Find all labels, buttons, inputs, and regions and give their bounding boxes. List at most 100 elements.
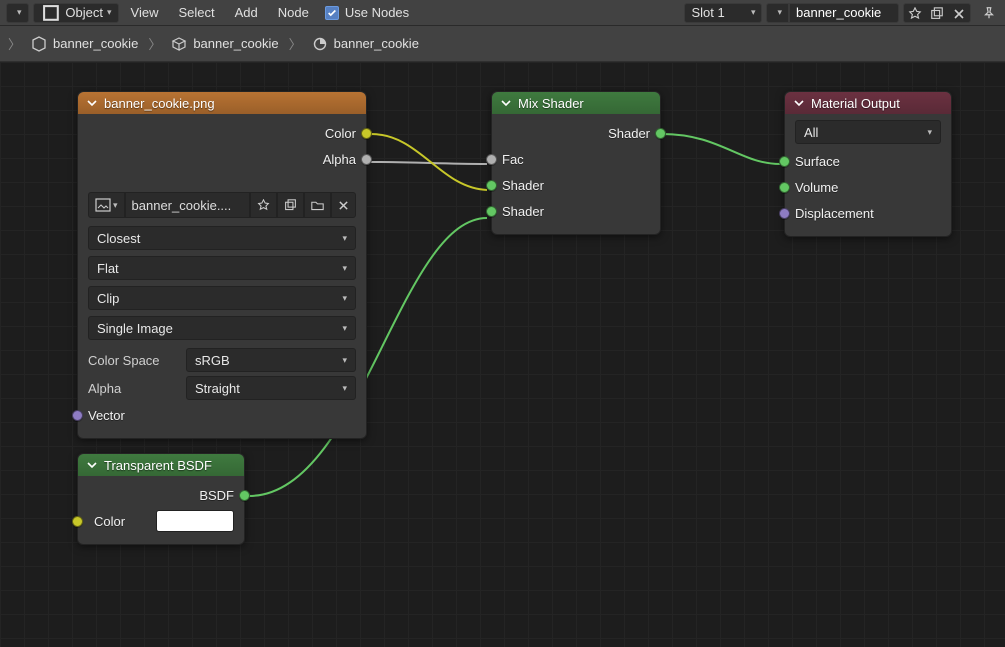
color-swatch[interactable] xyxy=(156,510,234,532)
unlink-material-button[interactable] xyxy=(948,4,970,24)
socket-color-in[interactable] xyxy=(72,516,83,527)
material-browse-dropdown[interactable]: ▾ xyxy=(766,3,789,23)
checkbox-checked-icon xyxy=(325,6,339,20)
image-name-field[interactable]: banner_cookie.... xyxy=(125,192,250,218)
input-shader1: Shader xyxy=(502,178,544,193)
fake-user-button[interactable] xyxy=(904,4,926,24)
chevron-right-icon: 〉 xyxy=(8,34,21,53)
breadcrumb-material[interactable]: banner_cookie xyxy=(312,36,419,52)
top-header: ▾ Object ▾ View Select Add Node Use Node… xyxy=(0,0,1005,26)
socket-volume-in[interactable] xyxy=(779,182,790,193)
chevron-down-icon: ▾ xyxy=(113,200,118,211)
fake-user-button[interactable] xyxy=(250,192,277,218)
chevron-down-icon xyxy=(86,459,98,471)
mesh-icon xyxy=(31,36,47,52)
node-header[interactable]: Transparent BSDF xyxy=(78,454,244,476)
socket-alpha-out[interactable] xyxy=(361,154,372,165)
alpha-mode-dropdown[interactable]: Straight▾ xyxy=(186,376,356,400)
chevron-right-icon: 〉 xyxy=(289,34,302,53)
unlink-image-button[interactable] xyxy=(331,192,356,218)
output-shader: Shader xyxy=(608,126,650,141)
chevron-right-icon: 〉 xyxy=(148,34,161,53)
input-fac: Fac xyxy=(502,152,524,167)
image-datablock-bar: ▾ banner_cookie.... xyxy=(88,192,356,218)
breadcrumb-label: banner_cookie xyxy=(193,36,278,51)
node-mix-shader[interactable]: Mix Shader Shader Fac Shader Shader xyxy=(491,91,661,235)
node-material-output[interactable]: Material Output All▾ Surface Volume Disp… xyxy=(784,91,952,237)
new-image-button[interactable] xyxy=(277,192,304,218)
node-header[interactable]: Material Output xyxy=(785,92,951,114)
node-title: Mix Shader xyxy=(518,96,584,111)
node-header[interactable]: Mix Shader xyxy=(492,92,660,114)
image-browse-dropdown[interactable]: ▾ xyxy=(88,192,125,218)
output-bsdf: BSDF xyxy=(199,488,234,503)
node-editor-canvas[interactable]: banner_cookie.png Color Alpha ▾ banner_c… xyxy=(0,62,1005,647)
chevron-down-icon xyxy=(500,97,512,109)
node-image-texture[interactable]: banner_cookie.png Color Alpha ▾ banner_c… xyxy=(77,91,367,439)
chevron-down-icon: ▾ xyxy=(107,7,112,18)
image-icon xyxy=(95,198,111,212)
material-slot-dropdown[interactable]: Slot 1 ▾ xyxy=(684,3,762,23)
node-transparent-bsdf[interactable]: Transparent BSDF BSDF Color xyxy=(77,453,245,545)
use-nodes-label: Use Nodes xyxy=(345,5,409,20)
node-header[interactable]: banner_cookie.png xyxy=(78,92,366,114)
chevron-down-icon: ▾ xyxy=(751,7,756,18)
node-title: Material Output xyxy=(811,96,900,111)
target-dropdown[interactable]: All▾ xyxy=(795,120,941,144)
menu-node[interactable]: Node xyxy=(270,5,317,20)
socket-shader2-in[interactable] xyxy=(486,206,497,217)
input-surface: Surface xyxy=(795,154,840,169)
socket-fac-in[interactable] xyxy=(486,154,497,165)
input-volume: Volume xyxy=(795,180,838,195)
source-dropdown[interactable]: Single Image▾ xyxy=(88,316,356,340)
socket-shader1-in[interactable] xyxy=(486,180,497,191)
chevron-down-icon xyxy=(86,97,98,109)
chevron-down-icon xyxy=(793,97,805,109)
open-image-button[interactable] xyxy=(304,192,331,218)
chevron-down-icon: ▾ xyxy=(342,293,347,304)
breadcrumb-object[interactable]: banner_cookie xyxy=(31,36,138,52)
projection-dropdown[interactable]: Flat▾ xyxy=(88,256,356,280)
interpolation-dropdown[interactable]: Closest▾ xyxy=(88,226,356,250)
socket-vector-in[interactable] xyxy=(72,410,83,421)
new-material-button[interactable] xyxy=(926,4,948,24)
material-icon xyxy=(312,36,328,52)
chevron-down-icon: ▾ xyxy=(777,7,782,18)
socket-surface-in[interactable] xyxy=(779,156,790,167)
chevron-down-icon: ▾ xyxy=(17,7,22,18)
socket-displacement-in[interactable] xyxy=(779,208,790,219)
input-shader2: Shader xyxy=(502,204,544,219)
socket-bsdf-out[interactable] xyxy=(239,490,250,501)
input-color: Color xyxy=(94,514,125,529)
interaction-mode-dropdown[interactable]: Object ▾ xyxy=(33,3,119,23)
breadcrumb-label: banner_cookie xyxy=(53,36,138,51)
colorspace-dropdown[interactable]: sRGB▾ xyxy=(186,348,356,372)
extension-dropdown[interactable]: Clip▾ xyxy=(88,286,356,310)
menu-view[interactable]: View xyxy=(123,5,167,20)
pin-button[interactable] xyxy=(979,3,999,23)
colorspace-label: Color Space xyxy=(88,353,178,368)
socket-color-out[interactable] xyxy=(361,128,372,139)
breadcrumb-mesh[interactable]: banner_cookie xyxy=(171,36,278,52)
object-mode-icon xyxy=(40,2,62,24)
alpha-mode-label: Alpha xyxy=(88,381,178,396)
menu-select[interactable]: Select xyxy=(170,5,222,20)
chevron-down-icon: ▾ xyxy=(342,355,347,366)
menu-add[interactable]: Add xyxy=(227,5,266,20)
input-displacement: Displacement xyxy=(795,206,874,221)
node-title: Transparent BSDF xyxy=(104,458,212,473)
use-nodes-checkbox[interactable]: Use Nodes xyxy=(325,5,409,20)
material-datablock: ▾ banner_cookie xyxy=(766,3,899,23)
mesh-data-icon xyxy=(171,36,187,52)
chevron-down-icon: ▾ xyxy=(342,263,347,274)
output-alpha: Alpha xyxy=(323,152,356,167)
editor-type-dropdown[interactable]: ▾ xyxy=(6,3,29,23)
slot-label: Slot 1 xyxy=(691,5,724,20)
socket-shader-out[interactable] xyxy=(655,128,666,139)
path-breadcrumb: 〉 banner_cookie 〉 banner_cookie 〉 banner… xyxy=(0,26,1005,62)
chevron-down-icon: ▾ xyxy=(342,323,347,334)
output-color: Color xyxy=(325,126,356,141)
chevron-down-icon: ▾ xyxy=(342,383,347,394)
material-name-field[interactable]: banner_cookie xyxy=(789,3,899,23)
material-action-buttons xyxy=(903,3,971,23)
